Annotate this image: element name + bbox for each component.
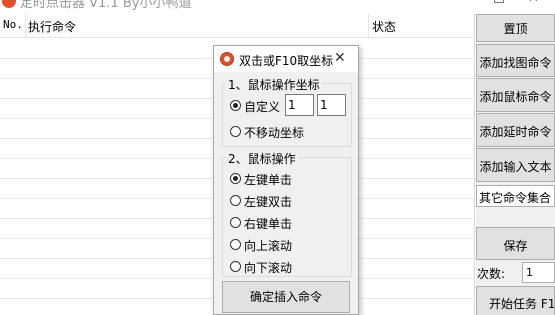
column-header-status[interactable]: 状态 xyxy=(372,18,396,35)
column-divider xyxy=(368,14,369,38)
list-header: No. 执行命令 状态 xyxy=(0,14,474,38)
right-click-radio[interactable] xyxy=(230,217,241,228)
control-panel: 置顶 添加找图命令 添加鼠标命令 添加延时命令 添加输入文本 其它命令集合 保存… xyxy=(476,14,555,315)
no-move-coordinate-radio[interactable] xyxy=(230,126,241,137)
right-click-label[interactable]: 右键单击 xyxy=(244,215,292,232)
add-text-input-button[interactable]: 添加输入文本 xyxy=(476,148,555,182)
add-delay-command-button[interactable]: 添加延时命令 xyxy=(476,113,555,147)
custom-coordinate-label[interactable]: 自定义 xyxy=(244,98,280,115)
x-coordinate-input[interactable]: 1 xyxy=(285,94,314,116)
left-double-click-radio[interactable] xyxy=(230,195,241,206)
close-icon[interactable]: ✕ xyxy=(528,0,539,6)
scroll-down-label[interactable]: 向下滚动 xyxy=(244,259,292,276)
column-header-no[interactable]: No. xyxy=(3,18,23,31)
start-task-button[interactable]: 开始任务 F11 xyxy=(476,286,555,315)
scroll-up-label[interactable]: 向上滚动 xyxy=(244,237,292,254)
custom-coordinate-radio[interactable] xyxy=(230,100,241,111)
left-double-click-label[interactable]: 左键双击 xyxy=(244,193,292,210)
pin-top-button[interactable]: 置顶 xyxy=(476,14,555,42)
add-image-command-button[interactable]: 添加找图命令 xyxy=(476,44,555,77)
dialog-title-bar: 双击或F10取坐标 ✕ xyxy=(214,46,358,72)
save-button[interactable]: 保存 xyxy=(476,227,555,260)
maximize-icon[interactable] xyxy=(494,0,504,3)
add-mouse-command-button[interactable]: 添加鼠标命令 xyxy=(476,78,555,112)
column-header-command[interactable]: 执行命令 xyxy=(28,18,76,35)
scroll-up-radio[interactable] xyxy=(230,239,241,250)
left-click-label[interactable]: 左键单击 xyxy=(244,171,292,188)
left-click-radio[interactable] xyxy=(230,173,241,184)
coordinate-group: 1、鼠标操作坐标 自定义 1 1 不移动坐标 xyxy=(222,76,352,147)
mouse-action-group: 2、鼠标操作 左键单击 左键双击 右键单击 向上滚动 向下滚动 xyxy=(222,150,352,277)
other-commands-dropdown[interactable]: 其它命令集合 xyxy=(476,185,555,207)
mouse-command-dialog: 双击或F10取坐标 ✕ 1、鼠标操作坐标 自定义 1 1 不移动坐标 2、鼠标操… xyxy=(213,45,359,315)
scroll-down-radio[interactable] xyxy=(230,261,241,272)
dialog-app-icon xyxy=(220,52,234,66)
minimize-icon[interactable]: — xyxy=(458,0,471,6)
no-move-coordinate-label[interactable]: 不移动坐标 xyxy=(244,124,304,141)
repeat-count-label: 次数: xyxy=(477,267,506,281)
app-icon xyxy=(2,0,16,8)
coordinate-group-title: 1、鼠标操作坐标 xyxy=(226,76,322,93)
title-bar: 定时点击器 V1.1 By小小鸭道 — ✕ xyxy=(0,0,555,14)
column-divider xyxy=(25,14,26,38)
dialog-title: 双击或F10取坐标 xyxy=(239,54,334,68)
dialog-close-icon[interactable]: ✕ xyxy=(334,50,346,66)
repeat-count-input[interactable]: 1 xyxy=(522,262,555,283)
confirm-insert-button[interactable]: 确定插入命令 xyxy=(222,281,350,313)
mouse-action-group-title: 2、鼠标操作 xyxy=(226,150,298,167)
window-title: 定时点击器 V1.1 By小小鸭道 xyxy=(20,0,192,11)
y-coordinate-input[interactable]: 1 xyxy=(317,94,346,116)
